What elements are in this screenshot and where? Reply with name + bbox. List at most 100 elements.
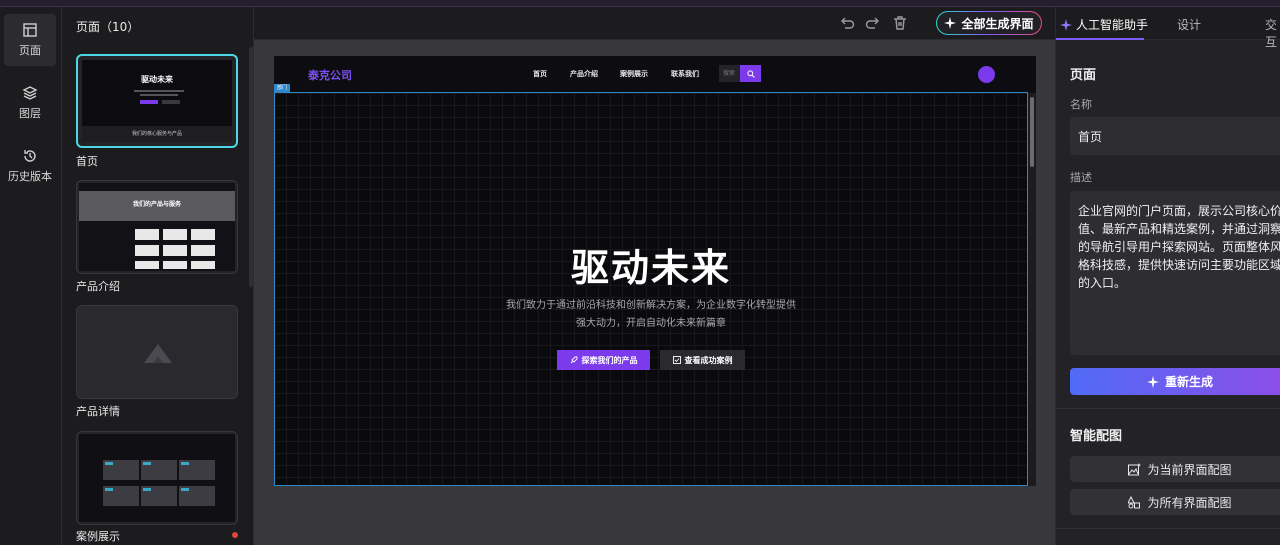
thumb-card xyxy=(191,245,215,256)
rocket-icon xyxy=(570,356,577,364)
page-thumb-cases[interactable] xyxy=(76,431,238,525)
thumb-card xyxy=(191,261,215,269)
undo-icon xyxy=(841,17,855,29)
active-tab-indicator xyxy=(1056,38,1144,40)
thumb-preview: 驱动未来 我们的核心服务与产品 xyxy=(82,60,232,142)
thumb-card xyxy=(179,486,215,506)
image-all-pages-button[interactable]: 为所有界面配图 xyxy=(1070,489,1280,515)
user-avatar[interactable] xyxy=(978,66,995,83)
tab-interaction[interactable]: 交互 xyxy=(1265,16,1280,50)
thumb-card xyxy=(135,245,159,256)
thumb-preview: 我们的产品与服务 xyxy=(79,183,235,271)
page-label-products[interactable]: 产品介绍 xyxy=(76,278,120,294)
delete-button[interactable] xyxy=(892,15,908,31)
nav-link-cases[interactable]: 案例展示 xyxy=(620,69,648,79)
generate-all-button-inner: 全部生成界面 xyxy=(937,12,1041,34)
rail-item-history[interactable]: 历史版本 xyxy=(4,140,56,192)
section-divider xyxy=(1056,528,1280,529)
thumb-card xyxy=(135,229,159,240)
explore-products-label: 探索我们的产品 xyxy=(581,355,638,365)
page-label-home[interactable]: 首页 xyxy=(76,153,98,169)
thumb-footer: 我们的核心服务与产品 xyxy=(82,126,232,142)
section-divider xyxy=(1056,408,1280,409)
thumb-card xyxy=(103,460,139,480)
selection-tag: 部门 xyxy=(274,84,291,92)
rail-label-history: 历史版本 xyxy=(8,170,52,183)
thumb-banner-title: 我们的产品与服务 xyxy=(132,201,181,208)
page-frame[interactable]: 泰克公司 首页 产品介绍 案例展示 联系我们 部门 驱动未来 我们致力于通过前沿… xyxy=(274,56,1036,486)
pages-scrollbar[interactable] xyxy=(249,47,253,287)
tab-ai-assistant[interactable]: 人工智能助手 xyxy=(1060,16,1148,33)
site-search-input[interactable] xyxy=(719,66,739,81)
window-top-strip xyxy=(0,0,1280,7)
thumb-text-line xyxy=(134,90,184,92)
sparkle-icon xyxy=(1060,18,1072,31)
tab-design-label: 设计 xyxy=(1177,18,1202,32)
thumb-primary-button xyxy=(140,100,158,104)
redo-icon xyxy=(865,17,879,29)
right-panel-tabs: 人工智能助手 设计 交互 xyxy=(1056,7,1280,49)
unsaved-indicator xyxy=(232,532,238,538)
image-current-page-button[interactable]: 为当前界面配图 xyxy=(1070,456,1280,482)
top-toolbar: 全部生成界面 xyxy=(254,7,1055,40)
hero-subtitle: 我们致力于通过前沿科技和创新解决方案，为企业数字化转型提供强大动力，开启自动化未… xyxy=(506,300,796,329)
explore-products-button[interactable]: 探索我们的产品 xyxy=(557,350,650,370)
thumb-text-line xyxy=(140,94,178,96)
description-label: 描述 xyxy=(1070,171,1092,184)
thumb-preview-title: 驱动未来 xyxy=(141,75,173,84)
nav-link-products[interactable]: 产品介绍 xyxy=(570,69,598,79)
page-name-field[interactable] xyxy=(1070,117,1280,155)
redo-button[interactable] xyxy=(865,15,881,31)
thumb-card xyxy=(141,460,177,480)
regenerate-button[interactable]: 重新生成 xyxy=(1070,368,1280,395)
thumb-secondary-button xyxy=(162,100,180,104)
thumb-card xyxy=(163,245,187,256)
frame-scrollbar-thumb[interactable] xyxy=(1030,97,1034,167)
page-thumb-product-detail[interactable] xyxy=(76,305,238,399)
view-cases-label: 查看成功案例 xyxy=(684,355,733,365)
image-all-pages-label: 为所有界面配图 xyxy=(1147,495,1232,510)
thumb-preview xyxy=(79,434,235,522)
rail-item-layers[interactable]: 图层 xyxy=(4,77,56,129)
thumb-card xyxy=(163,261,187,269)
history-icon xyxy=(24,150,36,162)
rail-item-pages[interactable]: 页面 xyxy=(4,14,56,66)
view-cases-button[interactable]: 查看成功案例 xyxy=(660,350,745,370)
mountain-placeholder-icon xyxy=(144,344,172,363)
nav-link-home[interactable]: 首页 xyxy=(533,69,547,79)
right-panel: 人工智能助手 设计 交互 页面 名称 描述 企业官网的门户页面，展示公司核心价值… xyxy=(1055,7,1280,545)
tab-design[interactable]: 设计 xyxy=(1177,16,1201,33)
frame-scrollbar[interactable] xyxy=(1028,93,1036,486)
generate-all-button[interactable]: 全部生成界面 xyxy=(936,11,1042,35)
thumb-card xyxy=(179,460,215,480)
sparkle-icon xyxy=(944,17,957,29)
page-thumb-home[interactable]: 驱动未来 我们的核心服务与产品 xyxy=(76,54,238,148)
image-current-page-label: 为当前界面配图 xyxy=(1147,462,1232,477)
tab-interaction-label: 交互 xyxy=(1265,18,1278,49)
site-search-button[interactable] xyxy=(740,65,761,82)
name-label: 名称 xyxy=(1070,98,1092,111)
pages-panel-title: 页面（10） xyxy=(76,20,140,34)
checkbox-icon xyxy=(672,356,681,364)
site-navbar: 泰克公司 首页 产品介绍 案例展示 联系我们 xyxy=(274,56,1036,93)
page-label-cases[interactable]: 案例展示 xyxy=(76,528,120,544)
undo-button[interactable] xyxy=(839,15,855,31)
page-thumb-products[interactable]: 我们的产品与服务 xyxy=(76,180,238,274)
smart-image-title: 智能配图 xyxy=(1070,429,1123,444)
page-label-product-detail[interactable]: 产品详情 xyxy=(76,403,120,419)
sparkle-icon xyxy=(1146,375,1159,388)
site-brand[interactable]: 泰克公司 xyxy=(308,67,352,83)
thumb-card xyxy=(135,261,159,269)
shapes-sparkle-icon xyxy=(1128,495,1141,508)
nav-link-contact[interactable]: 联系我们 xyxy=(671,69,699,79)
search-icon xyxy=(746,69,755,78)
hero-title: 驱动未来 xyxy=(570,246,731,290)
page-description-field[interactable]: 企业官网的门户页面，展示公司核心价值、最新产品和精选案例，并通过洞察的导航引导用… xyxy=(1070,191,1280,355)
site-search xyxy=(719,65,761,82)
rail-label-layers: 图层 xyxy=(19,107,41,120)
left-rail: 页面 图层 历史版本 xyxy=(0,7,62,545)
image-sparkle-icon xyxy=(1128,462,1142,475)
rail-label-pages: 页面 xyxy=(19,44,41,57)
design-canvas[interactable]: 泰克公司 首页 产品介绍 案例展示 联系我们 部门 驱动未来 我们致力于通过前沿… xyxy=(254,40,1055,545)
thumb-card xyxy=(141,486,177,506)
